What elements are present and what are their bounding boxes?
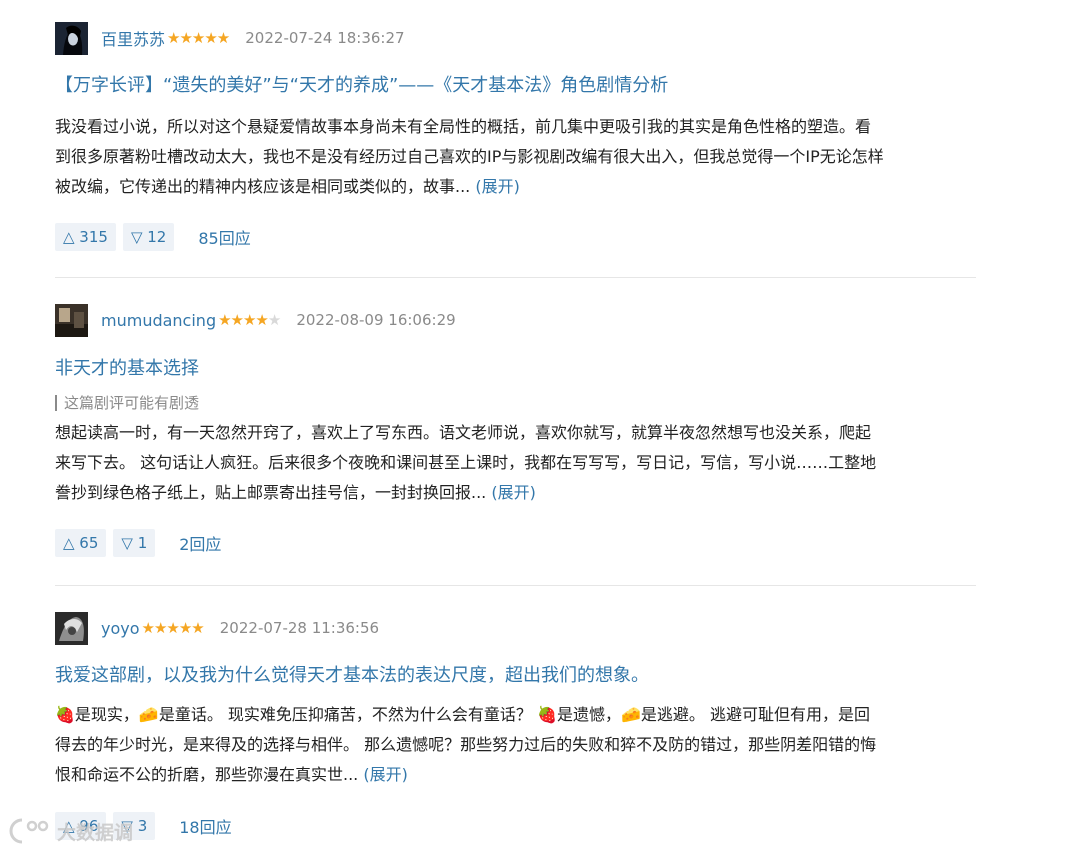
spoiler-warning: 这篇剧评可能有剧透: [55, 395, 199, 411]
review-card: 百里苏苏 ★★★★★ 2022-07-24 18:36:27 【万字长评】“遗失…: [55, 21, 976, 261]
body-line: 誊抄到绿色格子纸上，贴上邮票寄出挂号信，一封封换回报...: [55, 483, 487, 502]
review-meta: 百里苏苏 ★★★★★ 2022-07-24 18:36:27: [55, 21, 405, 55]
rating-stars: ★★★★★: [141, 619, 205, 637]
body-line-last: 恨和命运不公的折磨，那些弥漫在真实世... (展开): [55, 760, 970, 790]
avatar[interactable]: [55, 611, 88, 645]
expand-link[interactable]: (展开): [475, 177, 520, 196]
divider: [55, 277, 976, 278]
body-line-last: 誊抄到绿色格子纸上，贴上邮票寄出挂号信，一封封换回报... (展开): [55, 478, 970, 508]
body-line-last: 被改编，它传递出的精神内核应该是相同或类似的，故事... (展开): [55, 172, 970, 202]
downvote-button[interactable]: ▽ 1: [113, 529, 156, 557]
replies-link[interactable]: 85回应: [198, 225, 250, 249]
upvote-button[interactable]: △ 315: [55, 223, 116, 251]
body-line: 得去的年少时光，是来得及的选择与相伴。 那么遗憾呢？那些努力过后的失败和猝不及防…: [55, 735, 877, 754]
review-body: 🍓是现实，🧀是童话。 现实难免压抑痛苦，不然为什么会有童话？ 🍓是遗憾，🧀是逃避…: [55, 700, 970, 790]
downvote-button[interactable]: ▽ 12: [122, 223, 175, 251]
replies-link[interactable]: 18回应: [179, 814, 231, 838]
expand-link[interactable]: (展开): [363, 765, 408, 784]
review-meta: yoyo ★★★★★ 2022-07-28 11:36:56: [55, 611, 379, 645]
body-line: 被改编，它传递出的精神内核应该是相同或类似的，故事...: [55, 177, 471, 196]
expand-link[interactable]: (展开): [491, 483, 536, 502]
review-card: mumudancing ★★★★★ 2022-08-09 16:06:29 非天…: [55, 303, 976, 563]
divider: [55, 585, 976, 586]
review-time: 2022-07-24 18:36:27: [245, 29, 405, 47]
review-title[interactable]: 【万字长评】“遗失的美好”与“天才的养成”——《天才基本法》角色剧情分析: [55, 71, 668, 97]
body-line: 到很多原著粉吐槽改动太大，我也不是没有经历过自己喜欢的IP与影视剧改编有很大出入…: [55, 147, 884, 166]
author-name[interactable]: 百里苏苏: [101, 26, 165, 50]
body-line: 🍓是现实，🧀是童话。 现实难免压抑痛苦，不然为什么会有童话？ 🍓是遗憾，🧀是逃避…: [55, 705, 870, 724]
avatar[interactable]: [55, 303, 88, 337]
review-card: yoyo ★★★★★ 2022-07-28 11:36:56 我爱这部剧，以及我…: [55, 611, 976, 851]
body-line: 想起读高一时，有一天忽然开窍了，喜欢上了写东西。语文老师说，喜欢你就写，就算半夜…: [55, 423, 872, 442]
review-meta: mumudancing ★★★★★ 2022-08-09 16:06:29: [55, 303, 456, 337]
watermark-text: 大数据调: [57, 821, 134, 844]
author-name[interactable]: mumudancing: [101, 311, 216, 330]
review-body: 想起读高一时，有一天忽然开窍了，喜欢上了写东西。语文老师说，喜欢你就写，就算半夜…: [55, 418, 970, 508]
review-title[interactable]: 我爱这部剧，以及我为什么觉得天才基本法的表达尺度，超出我们的想象。: [55, 661, 649, 687]
upvote-button[interactable]: △ 65: [55, 529, 107, 557]
review-actions: △ 65 ▽ 1 2回应: [55, 529, 221, 557]
watermark-logo-icon: [9, 818, 49, 844]
review-time: 2022-08-09 16:06:29: [296, 311, 456, 329]
body-line: 我没看过小说，所以对这个悬疑爱情故事本身尚未有全局性的概括，前几集中更吸引我的其…: [55, 117, 872, 136]
avatar[interactable]: [55, 21, 88, 55]
review-time: 2022-07-28 11:36:56: [219, 619, 380, 637]
review-actions: △ 315 ▽ 12 85回应: [55, 223, 251, 251]
review-body: 我没看过小说，所以对这个悬疑爱情故事本身尚未有全局性的概括，前几集中更吸引我的其…: [55, 112, 970, 202]
stars-filled: ★★★★: [218, 311, 269, 329]
watermark: 大数据调: [8, 816, 133, 846]
rating-stars: ★★★★★: [218, 311, 281, 329]
body-line: 恨和命运不公的折磨，那些弥漫在真实世...: [55, 765, 359, 784]
body-line: 来写下去。 这句话让人疯狂。后来很多个夜晚和课间甚至上课时，我都在写写写，写日记…: [55, 453, 877, 472]
replies-link[interactable]: 2回应: [179, 531, 221, 555]
stars-empty: ★: [267, 311, 281, 329]
rating-stars: ★★★★★: [167, 29, 230, 47]
author-name[interactable]: yoyo: [101, 619, 140, 638]
review-title[interactable]: 非天才的基本选择: [55, 354, 199, 380]
